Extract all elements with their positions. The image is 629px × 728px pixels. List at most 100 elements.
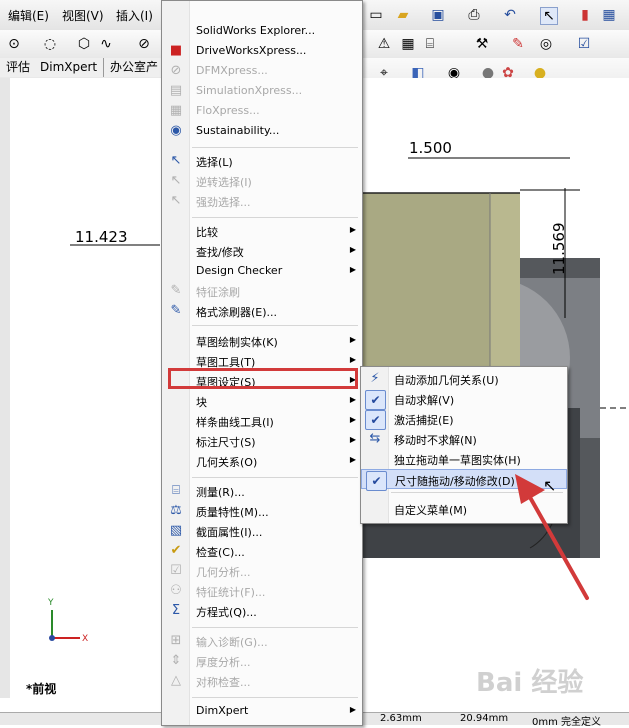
menu-item-21[interactable]: ⌸ 测量(R)... [162, 481, 362, 501]
menu-item-5[interactable]: ◉ Sustainability... [162, 121, 362, 141]
grid-icon[interactable]: ▦ [400, 36, 416, 52]
submenu-item-label: 自定义菜单(M) [394, 504, 468, 517]
menu-item-11[interactable]: Design Checker ▶ [162, 261, 362, 281]
symmetry-icon: △ [171, 673, 181, 688]
axis-x-label: X [82, 634, 89, 644]
watermark-text: Bai 经验 [476, 668, 584, 698]
submenu-arrow-icon: ▶ [349, 355, 356, 364]
menu-item-label: Sustainability... [196, 124, 280, 137]
submenu-arrow-icon: ▶ [349, 415, 356, 424]
menu-item-label: SimulationXpress... [196, 84, 303, 97]
menu-item-20[interactable]: 几何关系(O) ▶ [162, 451, 362, 471]
menu-item-9[interactable]: 比较 ▶ [162, 221, 362, 241]
menu-item-24[interactable]: ✔ 检查(C)... [162, 541, 362, 561]
new-document-icon[interactable]: ▭ [368, 7, 384, 23]
menu-item-label: DriveWorksXpress... [196, 44, 307, 57]
menu-edit[interactable]: 编辑(E) [8, 7, 49, 24]
menu-item-label: FloXpress... [196, 104, 260, 117]
menu-item-31[interactable]: DimXpert ▶ [162, 701, 362, 721]
submenu-item-label: 独立拖动单一草图实体(H) [394, 454, 521, 467]
checkmark-icon: ✔ [366, 471, 387, 491]
repair-icon[interactable]: ⚒ [474, 36, 490, 52]
submenu-arrow-icon: ▶ [349, 265, 356, 274]
power-select-icon: ↖ [170, 193, 182, 208]
options-icon[interactable]: ☑ [576, 36, 592, 52]
menu-item-13[interactable]: ✎ 格式涂刷器(E)... [162, 301, 362, 321]
submenu-item-1[interactable]: ✔ 自动求解(V) [361, 389, 567, 410]
menu-item-10[interactable]: 查找/修改 ▶ [162, 241, 362, 261]
print-icon[interactable]: ⎙ [466, 7, 482, 23]
menu-item-label: 检查(C)... [196, 546, 245, 559]
tab-office[interactable]: 办公室产 [104, 58, 166, 77]
menu-item-label: 块 [196, 396, 207, 409]
spline-tool-icon[interactable]: ∿ [98, 36, 114, 52]
menu-item-label: 特征涂刷 [196, 286, 240, 299]
menu-item-label: 选择(L) [196, 156, 233, 169]
menu-item-12: ✎ 特征涂刷 [162, 281, 362, 301]
tab-dimxpert[interactable]: DimXpert [34, 58, 105, 77]
menu-item-label: 格式涂刷器(E)... [196, 306, 278, 319]
pencil-icon[interactable]: ✎ [510, 36, 526, 52]
thickness-icon: ⇕ [170, 653, 182, 668]
menu-insert[interactable]: 插入(I) [116, 7, 153, 24]
status-x: 2.63mm [380, 713, 422, 724]
traffic-light-icon[interactable]: ▮ [577, 7, 593, 23]
menu-view[interactable]: 视图(V) [62, 7, 104, 24]
menu-item-17[interactable]: 块 ▶ [162, 391, 362, 411]
format-painter-icon: ✎ [170, 303, 182, 318]
tools-menu: SolidWorks Explorer... ■ DriveWorksXpress.… [161, 0, 363, 726]
menu-item-19[interactable]: 标注尺寸(S) ▶ [162, 431, 362, 451]
menu-item-14[interactable]: 草图绘制实体(K) ▶ [162, 331, 362, 351]
menu-item-label: 草图绘制实体(K) [196, 336, 278, 349]
submenu-item-2[interactable]: ✔ 激活捕捉(E) [361, 409, 567, 430]
submenu-item-4[interactable]: 独立拖动单一草图实体(H) [361, 449, 567, 469]
menu-item-18[interactable]: 样条曲线工具(I) ▶ [162, 411, 362, 431]
checkmark-icon: ✔ [365, 410, 386, 430]
arc-tool-icon[interactable]: ◌ [42, 36, 58, 52]
undo-icon[interactable]: ↶ [502, 7, 518, 23]
ellipse-tool-icon[interactable]: ⊘ [136, 36, 152, 52]
dimension-1500[interactable]: 1.500 [409, 139, 452, 157]
menu-item-label: 几何分析... [196, 566, 251, 579]
menu-item-29: ⇕ 厚度分析... [162, 651, 362, 671]
menu-separator [192, 147, 358, 148]
dimension-icon[interactable]: ⌸ [422, 36, 438, 52]
menu-item-label: 方程式(Q)... [196, 606, 257, 619]
open-folder-icon[interactable]: ▰ [395, 7, 411, 23]
menu-item-label: 查找/修改 [196, 246, 244, 259]
menu-item-23[interactable]: ▧ 截面属性(I)... [162, 521, 362, 541]
checkmark-icon: ✔ [365, 390, 386, 410]
menu-item-label: 样条曲线工具(I) [196, 416, 274, 429]
no-solve-icon: ⇆ [369, 431, 381, 446]
dimension-11569[interactable]: 11.569 [550, 223, 568, 276]
menu-item-label: DFMXpress... [196, 64, 268, 77]
polygon-tool-icon[interactable]: ⬡ [76, 36, 92, 52]
mirror-icon[interactable]: ◎ [538, 36, 554, 52]
menu-item-4: ▦ FloXpress... [162, 101, 362, 121]
submenu-item-3[interactable]: ⇆ 移动时不求解(N) [361, 429, 567, 449]
save-icon[interactable]: ▣ [430, 7, 446, 23]
menu-item-6[interactable]: ↖ 选择(L) [162, 151, 362, 171]
menu-item-label: 强劲选择... [196, 196, 251, 209]
submenu-item-label: 自动添加几何关系(U) [394, 374, 499, 387]
feature-statistics-icon: ⚇ [170, 583, 182, 598]
menu-item-27[interactable]: Σ 方程式(Q)... [162, 601, 362, 621]
select-cursor-icon[interactable]: ↖ [540, 7, 558, 25]
menu-item-label: SolidWorks Explorer... [196, 24, 316, 37]
dfm-icon: ⊘ [170, 63, 182, 78]
command-manager-tabs: 评估 DimXpert 办公室产 [0, 58, 170, 79]
tab-evaluate[interactable]: 评估 [0, 58, 38, 77]
submenu-arrow-icon: ▶ [349, 435, 356, 444]
menu-item-label: 特征统计(F)... [196, 586, 266, 599]
submenu-item-0[interactable]: ⚡ 自动添加几何关系(U) [361, 369, 567, 389]
menu-item-22[interactable]: ⚖ 质量特性(M)... [162, 501, 362, 521]
rebuild-icon[interactable]: ▦ [601, 7, 617, 23]
dimension-11423[interactable]: 11.423 [75, 228, 128, 246]
circle-tool-icon[interactable]: ⊙ [6, 36, 22, 52]
submenu-arrow-icon: ▶ [349, 225, 356, 234]
menu-item-0[interactable]: SolidWorks Explorer... [162, 21, 362, 41]
warning-icon[interactable]: ⚠ [376, 36, 392, 52]
submenu-arrow-icon: ▶ [349, 705, 356, 714]
baidu-watermark: Bai 经验 [430, 648, 620, 698]
menu-item-1[interactable]: ■ DriveWorksXpress... [162, 41, 362, 61]
